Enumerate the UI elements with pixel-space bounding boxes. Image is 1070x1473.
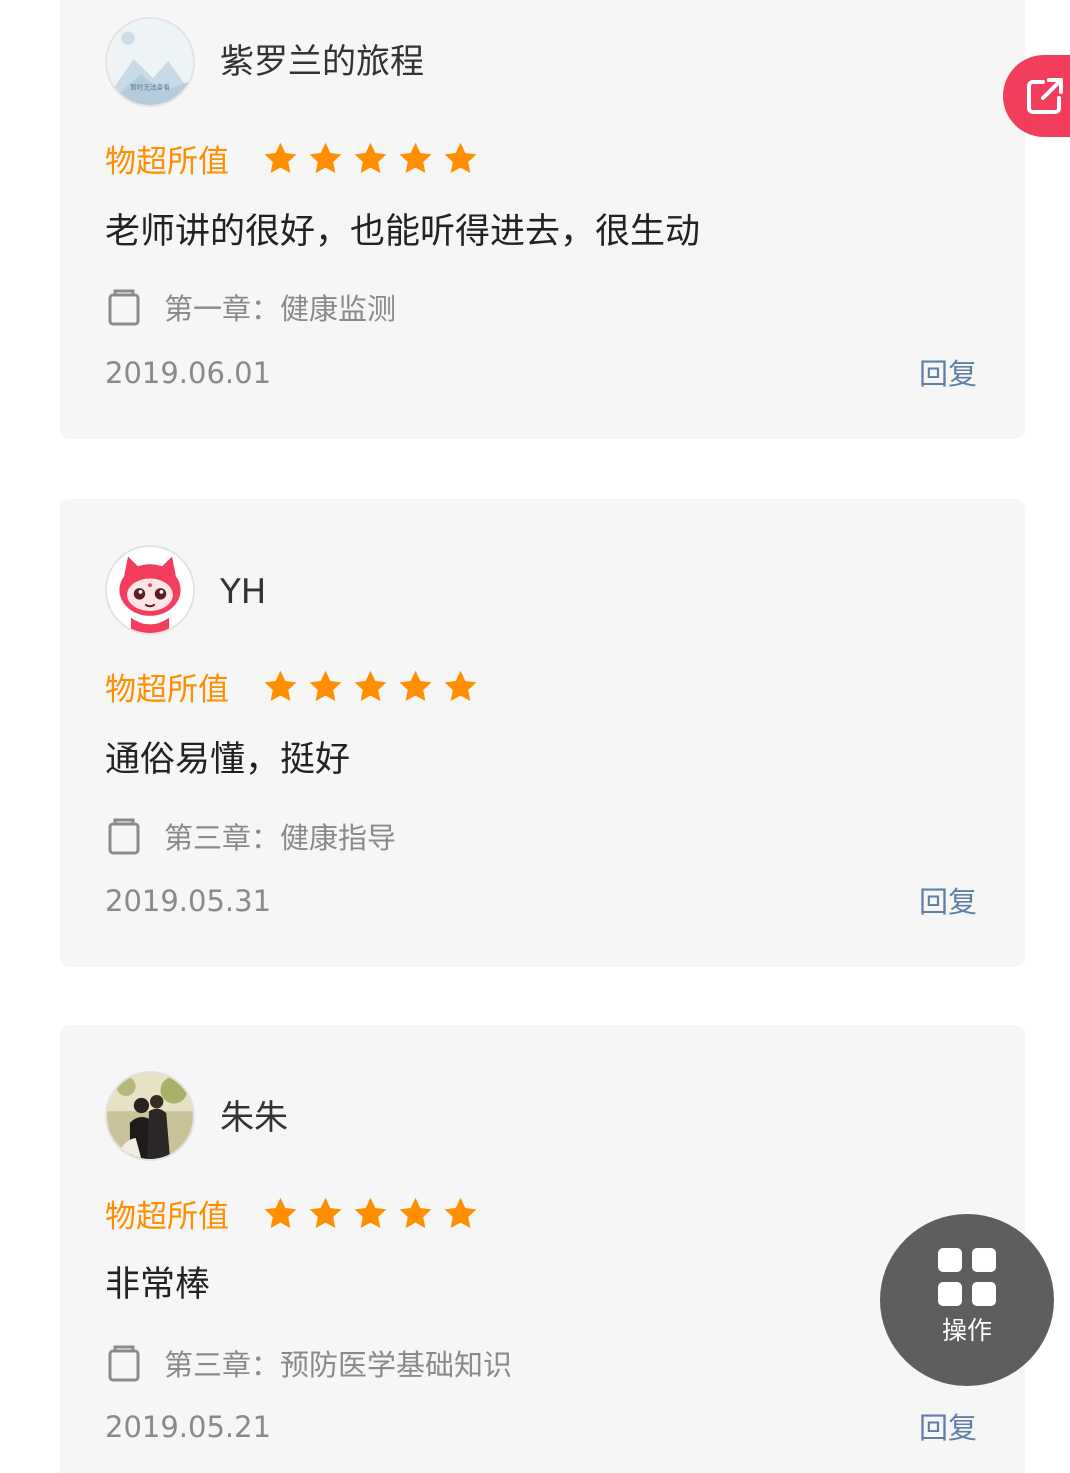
review-comment: 通俗易懂，挺好: [105, 740, 351, 780]
chapter-link[interactable]: 第三章：健康指导: [105, 816, 396, 856]
star-icon: [264, 670, 297, 701]
star-icon: [309, 1197, 342, 1228]
rating-label: 物超所值: [105, 671, 229, 708]
star-rating: [262, 1195, 479, 1232]
star-icon: [354, 670, 387, 701]
reply-button[interactable]: 回复: [919, 357, 977, 391]
review-date: 2019.05.31: [105, 884, 272, 918]
review-date: 2019.06.01: [105, 356, 272, 390]
username: 紫罗兰的旅程: [220, 42, 424, 82]
rating-row: 物超所值: [105, 1193, 479, 1235]
rating-label: 物超所值: [105, 143, 229, 180]
reply-button[interactable]: 回复: [919, 885, 977, 919]
star-icon: [444, 1197, 477, 1228]
star-icon: [399, 1197, 432, 1228]
star-rating: [262, 668, 479, 705]
avatar[interactable]: [105, 1071, 195, 1161]
rating-row: 物超所值: [105, 138, 479, 180]
avatar[interactable]: [105, 545, 195, 635]
review-date: 2019.05.21: [105, 1410, 272, 1444]
grid-four-squares-icon: [938, 1248, 996, 1306]
chapter-title: 第三章：预防医学基础知识: [164, 1348, 513, 1382]
star-icon: [309, 142, 342, 173]
star-icon: [309, 670, 342, 701]
review-card: 朱朱 物超所值 非常棒 第三章：预防医学基础知识 2019.05.21 回复: [60, 1025, 1025, 1473]
star-icon: [399, 142, 432, 173]
document-icon: [108, 818, 140, 855]
star-icon: [354, 1197, 387, 1228]
chapter-title: 第三章：健康指导: [164, 821, 397, 855]
username: YH: [220, 572, 267, 612]
rating-row: 物超所值: [105, 666, 479, 708]
reviews-page: 暂时无法查看 紫罗兰的旅程 物超所值 老师讲的很好，也能听得进去，很生动 第一章…: [0, 0, 1070, 1473]
chapter-link[interactable]: 第一章：健康监测: [105, 287, 396, 327]
chapter-link[interactable]: 第三章：预防医学基础知识: [105, 1343, 512, 1383]
star-rating: [262, 140, 479, 177]
reply-button[interactable]: 回复: [919, 1411, 977, 1445]
star-icon: [399, 670, 432, 701]
operations-button[interactable]: 操作: [880, 1214, 1054, 1386]
star-icon: [354, 142, 387, 173]
operations-label: 操作: [941, 1316, 992, 1345]
review-card: YH 物超所值 通俗易懂，挺好 第三章：健康指导 2019.05.31 回复: [60, 499, 1025, 967]
star-icon: [264, 1197, 297, 1228]
username: 朱朱: [220, 1098, 288, 1138]
landscape-placeholder-avatar-icon: 暂时无法查看: [107, 19, 193, 105]
document-icon: [108, 289, 140, 326]
star-icon: [264, 142, 297, 173]
couple-photo-avatar-icon: [107, 1073, 193, 1159]
review-card: 暂时无法查看 紫罗兰的旅程 物超所值 老师讲的很好，也能听得进去，很生动 第一章…: [60, 0, 1025, 439]
review-comment: 老师讲的很好，也能听得进去，很生动: [105, 212, 701, 252]
star-icon: [444, 670, 477, 701]
chapter-title: 第一章：健康监测: [164, 292, 397, 326]
review-comment: 非常棒: [105, 1265, 211, 1305]
star-icon: [444, 142, 477, 173]
avatar-caption: 暂时无法查看: [130, 83, 170, 92]
share-external-icon: [1027, 78, 1063, 114]
red-cartoon-cat-avatar-icon: [107, 547, 193, 633]
rating-label: 物超所值: [105, 1198, 229, 1235]
document-icon: [108, 1345, 140, 1382]
avatar[interactable]: 暂时无法查看: [105, 17, 195, 107]
